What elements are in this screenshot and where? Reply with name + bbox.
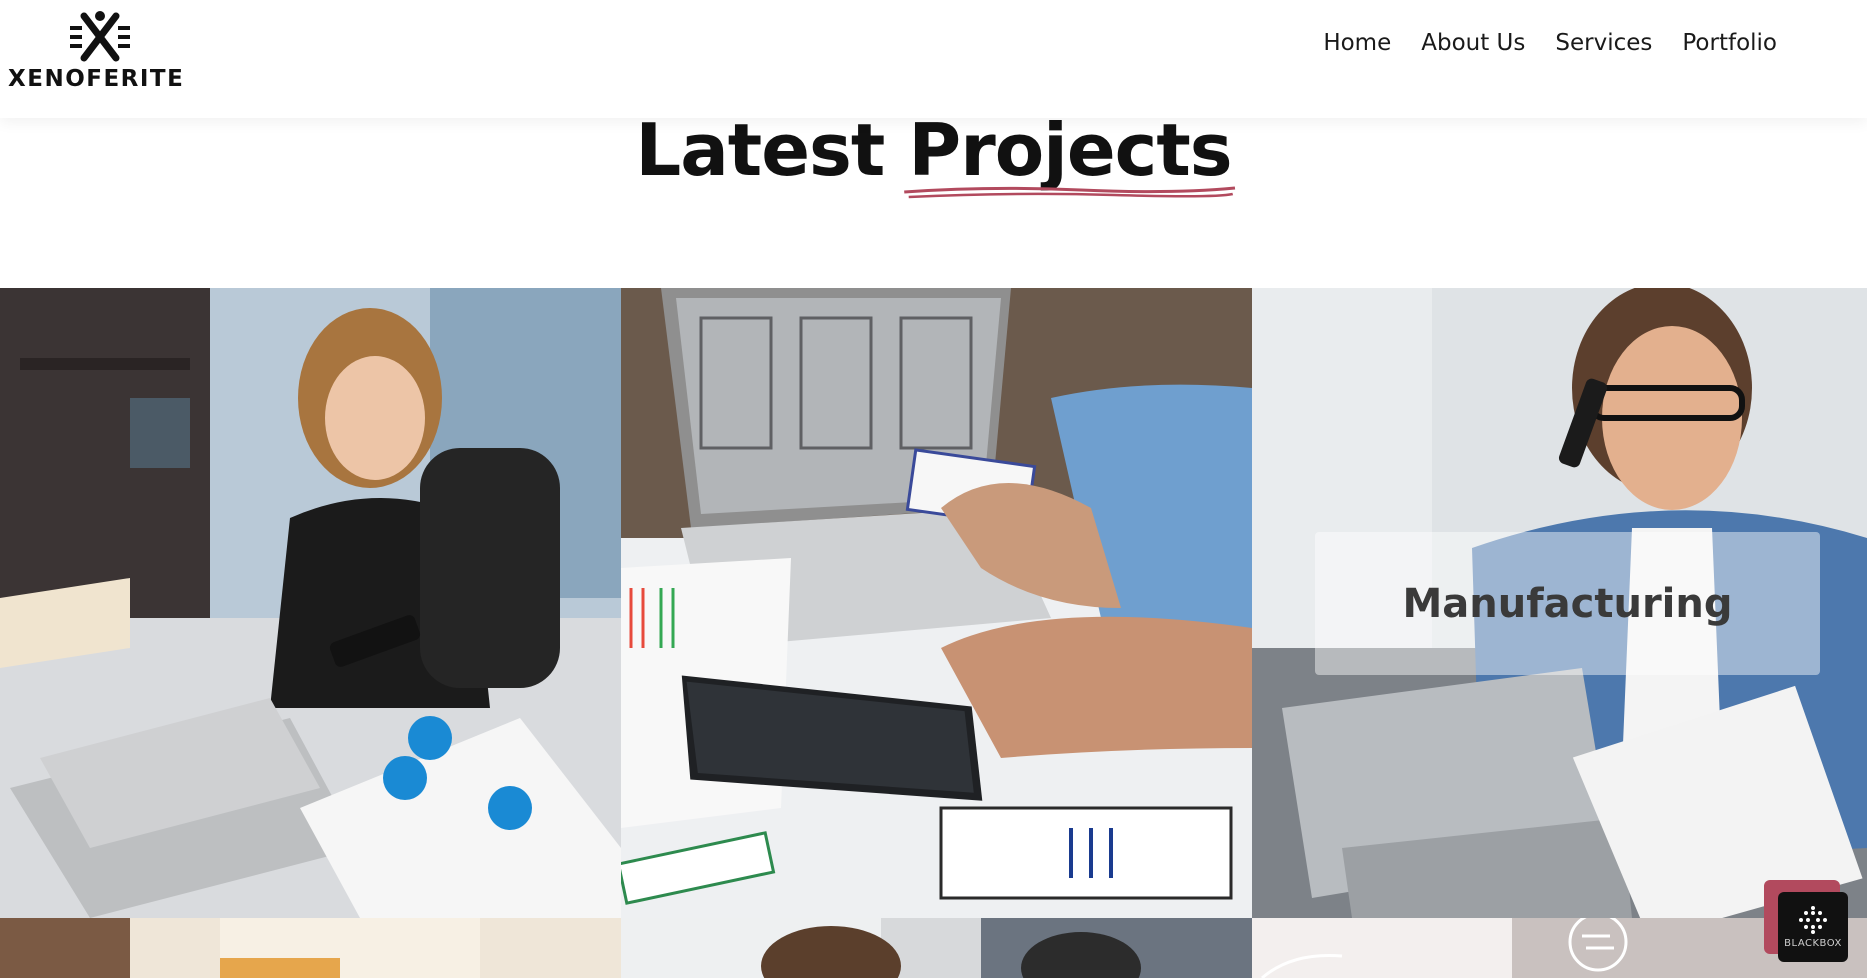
project-label: Manufacturing [1402,580,1733,627]
nav-about-us[interactable]: About Us [1421,30,1525,56]
blackbox-widget[interactable]: BLACKBOX [1778,892,1848,962]
section-title-word-2: Projects [908,108,1232,192]
nav-services[interactable]: Services [1555,30,1652,56]
x-mark-logo-icon [70,11,130,62]
brand-name: XENOFERITE [8,66,185,92]
project-tile[interactable]: Manufacturing [1252,288,1867,918]
project-tile[interactable] [621,918,1252,978]
nav-home[interactable]: Home [1323,30,1391,56]
section-title-word-1: Latest [635,108,885,192]
project-tile[interactable] [0,918,621,978]
brand-logo[interactable]: XENOFERITE [8,10,183,92]
section-title: Latest Projects [0,108,1867,199]
project-photo-5 [621,918,1252,978]
title-underline-decoration [904,186,1236,199]
nav-portfolio[interactable]: Portfolio [1682,30,1777,56]
project-photo-4 [0,918,621,978]
wireframe-design-tablet-photo [621,288,1252,918]
project-label-overlay: Manufacturing [1315,532,1820,675]
blackbox-label: BLACKBOX [1784,938,1842,949]
section-title-accent: Projects [904,108,1236,199]
project-tile[interactable] [0,288,621,918]
woman-working-laptop-charts-photo [0,288,621,918]
site-header: XENOFERITE Home About Us Services Portfo… [0,0,1867,118]
main-nav: Home About Us Services Portfolio [1323,30,1777,56]
blackbox-dots-icon [1799,906,1827,934]
project-tile[interactable] [621,288,1252,918]
